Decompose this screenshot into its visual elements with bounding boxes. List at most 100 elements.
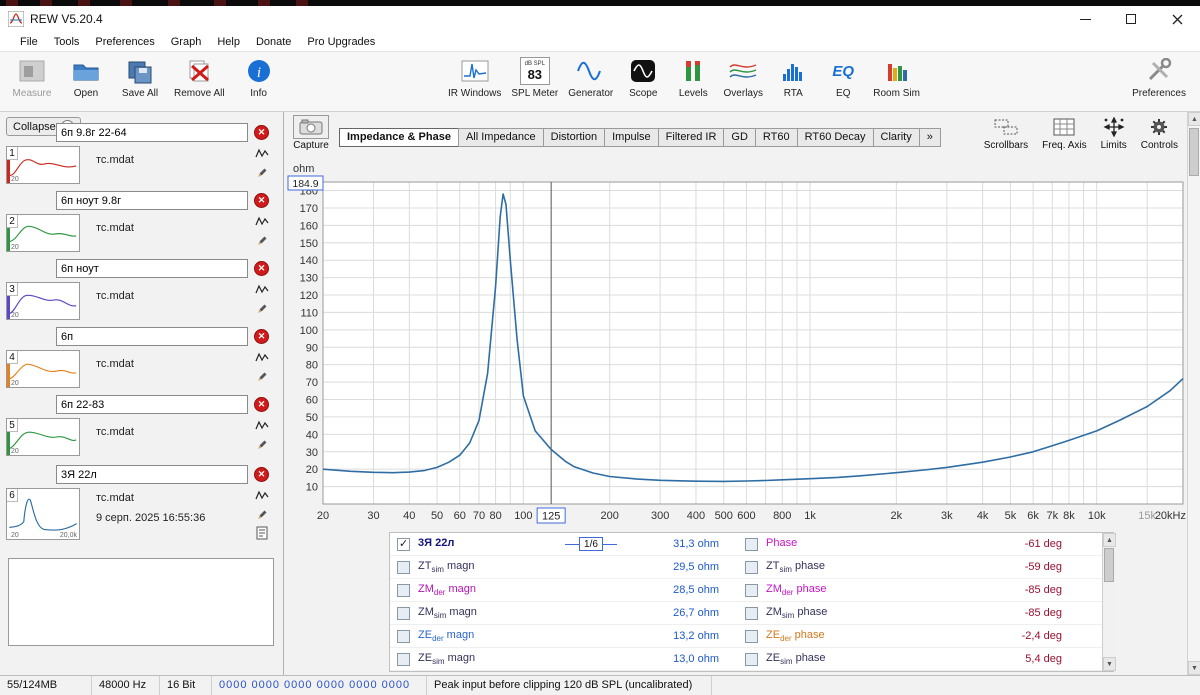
trace-actions-icon[interactable] xyxy=(255,489,269,501)
measure-button[interactable]: Measure xyxy=(12,55,52,99)
magn-checkbox[interactable] xyxy=(397,606,410,620)
edit-pencil-icon[interactable] xyxy=(256,165,268,177)
controls-button[interactable]: Controls xyxy=(1141,114,1178,151)
remove-all-button[interactable]: Remove All xyxy=(174,55,225,99)
menu-file[interactable]: File xyxy=(12,36,46,48)
delete-measurement-button[interactable]: ✕ xyxy=(254,467,269,482)
measurement-thumbnail[interactable]: 2 20 xyxy=(6,214,80,252)
phase-checkbox[interactable] xyxy=(745,652,758,666)
ir-windows-button[interactable]: IR Windows xyxy=(448,55,501,99)
maximize-button[interactable] xyxy=(1108,6,1154,32)
scroll-down-icon[interactable]: ▼ xyxy=(1103,657,1116,671)
overlays-button[interactable]: Overlays xyxy=(723,55,763,99)
measurement-name-input[interactable] xyxy=(56,191,248,210)
measurement-thumbnail[interactable]: 6 20 20,0k xyxy=(6,488,80,540)
generator-button[interactable]: Generator xyxy=(568,55,613,99)
open-button[interactable]: Open xyxy=(66,55,106,99)
phase-label[interactable]: ZTsim phase xyxy=(766,560,982,574)
trace-actions-icon[interactable] xyxy=(255,351,269,363)
magn-checkbox[interactable] xyxy=(397,629,410,643)
minimize-button[interactable] xyxy=(1062,6,1108,32)
phase-label[interactable]: ZEder phase xyxy=(766,629,982,643)
trace-label[interactable]: ZEder magn xyxy=(418,629,627,643)
phase-label[interactable]: ZEsim phase xyxy=(766,652,982,666)
window-scrollbar[interactable]: ▲ ▼ xyxy=(1187,112,1200,675)
tab-clarity[interactable]: Clarity xyxy=(872,128,920,147)
tab-rt60[interactable]: RT60 xyxy=(754,128,798,147)
limits-button[interactable]: Limits xyxy=(1101,114,1127,151)
measurement-thumbnail[interactable]: 5 20 xyxy=(6,418,80,456)
edit-pencil-icon[interactable] xyxy=(256,233,268,245)
edit-pencil-icon[interactable] xyxy=(256,437,268,449)
trace-label[interactable]: 3Я 22л xyxy=(418,537,565,551)
trace-actions-icon[interactable] xyxy=(255,215,269,227)
phase-checkbox[interactable] xyxy=(745,606,758,620)
spl-meter-button[interactable]: dB SPL 83 SPL Meter xyxy=(511,55,558,99)
edit-pencil-icon[interactable] xyxy=(256,369,268,381)
legend-scrollbar[interactable]: ▲ ▼ xyxy=(1102,533,1116,671)
freq-axis-button[interactable]: Freq. Axis xyxy=(1042,114,1087,151)
trace-label[interactable]: ZTsim magn xyxy=(418,560,627,574)
phase-checkbox[interactable] xyxy=(745,560,758,574)
trace-actions-icon[interactable] xyxy=(255,419,269,431)
magn-checkbox[interactable] xyxy=(397,652,410,666)
magn-checkbox[interactable] xyxy=(397,583,410,597)
tab-all-impedance[interactable]: All Impedance xyxy=(457,128,544,147)
scroll-up-icon[interactable]: ▲ xyxy=(1103,533,1116,547)
tab-distortion[interactable]: Distortion xyxy=(542,128,606,147)
menu-pro-upgrades[interactable]: Pro Upgrades xyxy=(299,36,383,48)
notes-icon[interactable] xyxy=(256,526,268,540)
measurement-thumbnail[interactable]: 1 20 xyxy=(6,146,80,184)
trace-actions-icon[interactable] xyxy=(255,283,269,295)
menu-tools[interactable]: Tools xyxy=(46,36,88,48)
measurement-thumbnail[interactable]: 3 20 xyxy=(6,282,80,320)
close-button[interactable] xyxy=(1154,6,1200,32)
tab-rt60-decay[interactable]: RT60 Decay xyxy=(796,128,874,147)
trace-label[interactable]: ZMsim magn xyxy=(418,606,627,620)
measurement-name-input[interactable] xyxy=(56,465,248,484)
room-sim-button[interactable]: Room Sim xyxy=(873,55,920,99)
levels-button[interactable]: Levels xyxy=(673,55,713,99)
measurement-thumbnail[interactable]: 4 20 xyxy=(6,350,80,388)
phase-checkbox[interactable] xyxy=(745,629,758,643)
delete-measurement-button[interactable]: ✕ xyxy=(254,193,269,208)
menu-preferences[interactable]: Preferences xyxy=(87,36,162,48)
trace-actions-icon[interactable] xyxy=(255,147,269,159)
delete-measurement-button[interactable]: ✕ xyxy=(254,397,269,412)
tab-filtered-ir[interactable]: Filtered IR xyxy=(657,128,725,147)
scope-button[interactable]: Scope xyxy=(623,55,663,99)
rta-button[interactable]: RTA xyxy=(773,55,813,99)
preferences-button[interactable]: Preferences xyxy=(1132,55,1186,99)
scroll-up-icon[interactable]: ▲ xyxy=(1188,112,1200,126)
chart-canvas[interactable]: 10 20 30 40 50 60 70 80 90 100 110 120 130 140 150 160 1… xyxy=(285,156,1187,532)
scroll-down-icon[interactable]: ▼ xyxy=(1188,661,1200,675)
delete-measurement-button[interactable]: ✕ xyxy=(254,261,269,276)
tab-impulse[interactable]: Impulse xyxy=(604,128,659,147)
trace-label[interactable]: ZMder magn xyxy=(418,583,627,597)
info-button[interactable]: i Info xyxy=(239,55,279,99)
measurement-name-input[interactable] xyxy=(56,395,248,414)
edit-pencil-icon[interactable] xyxy=(256,301,268,313)
phase-label[interactable]: ZMder phase xyxy=(766,583,982,597)
capture-button[interactable]: Capture xyxy=(293,115,329,151)
notes-area[interactable] xyxy=(8,558,274,646)
magn-checkbox[interactable] xyxy=(397,560,410,574)
phase-label[interactable]: Phase xyxy=(766,537,982,551)
menu-donate[interactable]: Donate xyxy=(248,36,299,48)
phase-label[interactable]: ZMsim phase xyxy=(766,606,982,620)
menu-graph[interactable]: Graph xyxy=(163,36,210,48)
measurement-name-input[interactable] xyxy=(56,123,248,142)
smoothing-control[interactable]: 1/6 xyxy=(565,537,617,551)
measurement-name-input[interactable] xyxy=(56,259,248,278)
phase-checkbox[interactable] xyxy=(745,583,758,597)
scrollbar-thumb[interactable] xyxy=(1104,548,1114,582)
trace-label[interactable]: ZEsim magn xyxy=(418,652,627,666)
eq-button[interactable]: EQ EQ xyxy=(823,55,863,100)
menu-help[interactable]: Help xyxy=(209,36,248,48)
save-all-button[interactable]: Save All xyxy=(120,55,160,99)
tab-impedance-phase[interactable]: Impedance & Phase xyxy=(339,128,459,147)
measurement-name-input[interactable] xyxy=(56,327,248,346)
edit-pencil-icon[interactable] xyxy=(256,507,268,519)
delete-measurement-button[interactable]: ✕ xyxy=(254,329,269,344)
tab-overflow[interactable]: » xyxy=(918,128,941,147)
